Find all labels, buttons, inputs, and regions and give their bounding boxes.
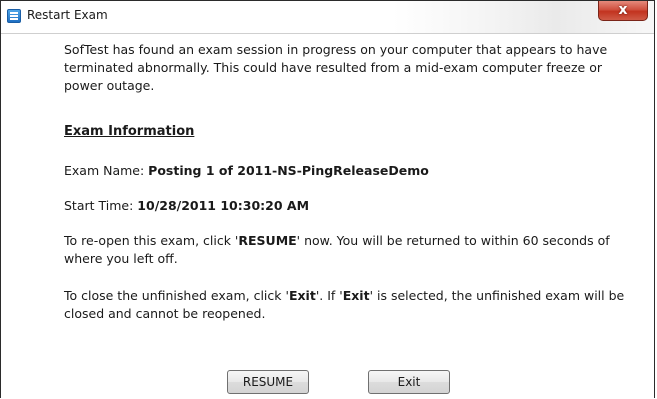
exam-name-value: Posting 1 of 2011-NS-PingReleaseDemo (148, 163, 429, 178)
close-text-mid: '. If ' (315, 288, 343, 303)
window-title: Restart Exam (27, 8, 108, 22)
start-time-label: Start Time: (64, 198, 138, 213)
app-menu-icon[interactable] (7, 9, 21, 23)
exit-keyword-1: Exit (288, 288, 316, 303)
intro-message: SofTest has found an exam session in pro… (64, 42, 608, 93)
start-time-value: 10/28/2011 10:30:20 AM (137, 198, 310, 213)
exam-name-label: Exam Name: (64, 163, 149, 178)
resume-text-pre: To re-open this exam, click ' (64, 233, 239, 248)
exam-name-line: Exam Name: Posting 1 of 2011-NS-PingRele… (64, 162, 429, 180)
title-bar[interactable]: Restart Exam x (1, 1, 654, 34)
resume-keyword: RESUME (238, 233, 297, 248)
resume-instructions: To re-open this exam, click 'RESUME' now… (64, 232, 632, 268)
close-button[interactable]: x (598, 1, 648, 21)
exit-keyword-2: Exit (342, 288, 370, 303)
close-text-pre: To close the unfinished exam, click ' (64, 288, 289, 303)
restart-exam-dialog: Restart Exam x SofTest has found an exam… (0, 0, 655, 398)
exit-button[interactable]: Exit (368, 370, 450, 394)
resume-button[interactable]: RESUME (227, 370, 309, 394)
exam-information-heading: Exam Information (64, 124, 195, 139)
start-time-line: Start Time: 10/28/2011 10:30:20 AM (64, 197, 309, 215)
close-instructions: To close the unfinished exam, click 'Exi… (64, 287, 632, 323)
